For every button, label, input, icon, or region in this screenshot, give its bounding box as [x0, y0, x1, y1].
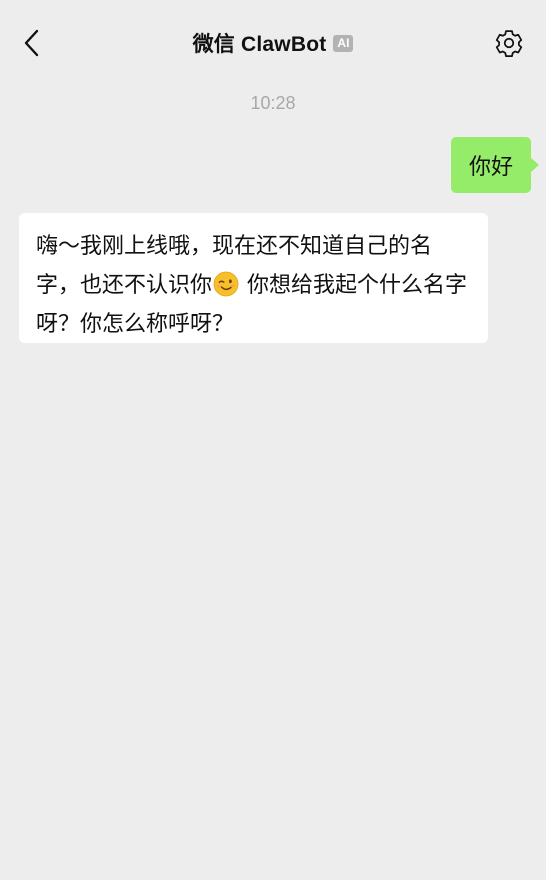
chat-title-area: 微信 ClawBot AI [0, 28, 546, 58]
sent-message-bubble[interactable]: 你好 [451, 137, 539, 193]
chat-title: 微信 ClawBot [192, 33, 327, 56]
received-message-bubble[interactable]: 嗨～我刚上线哦，现在还不知道自己的名字，也还不认识你 你想给我起个什么名字呀？你… [19, 213, 488, 343]
message-timestamp: 10:28 [250, 93, 296, 113]
chat-header: 微信 ClawBot AI [0, 0, 546, 84]
settings-button[interactable] [494, 28, 524, 58]
sent-message-text: 你好 [468, 155, 513, 180]
gear-icon [495, 30, 523, 57]
ai-badge: AI [333, 34, 354, 52]
winking-face-emoji-icon [213, 271, 239, 297]
